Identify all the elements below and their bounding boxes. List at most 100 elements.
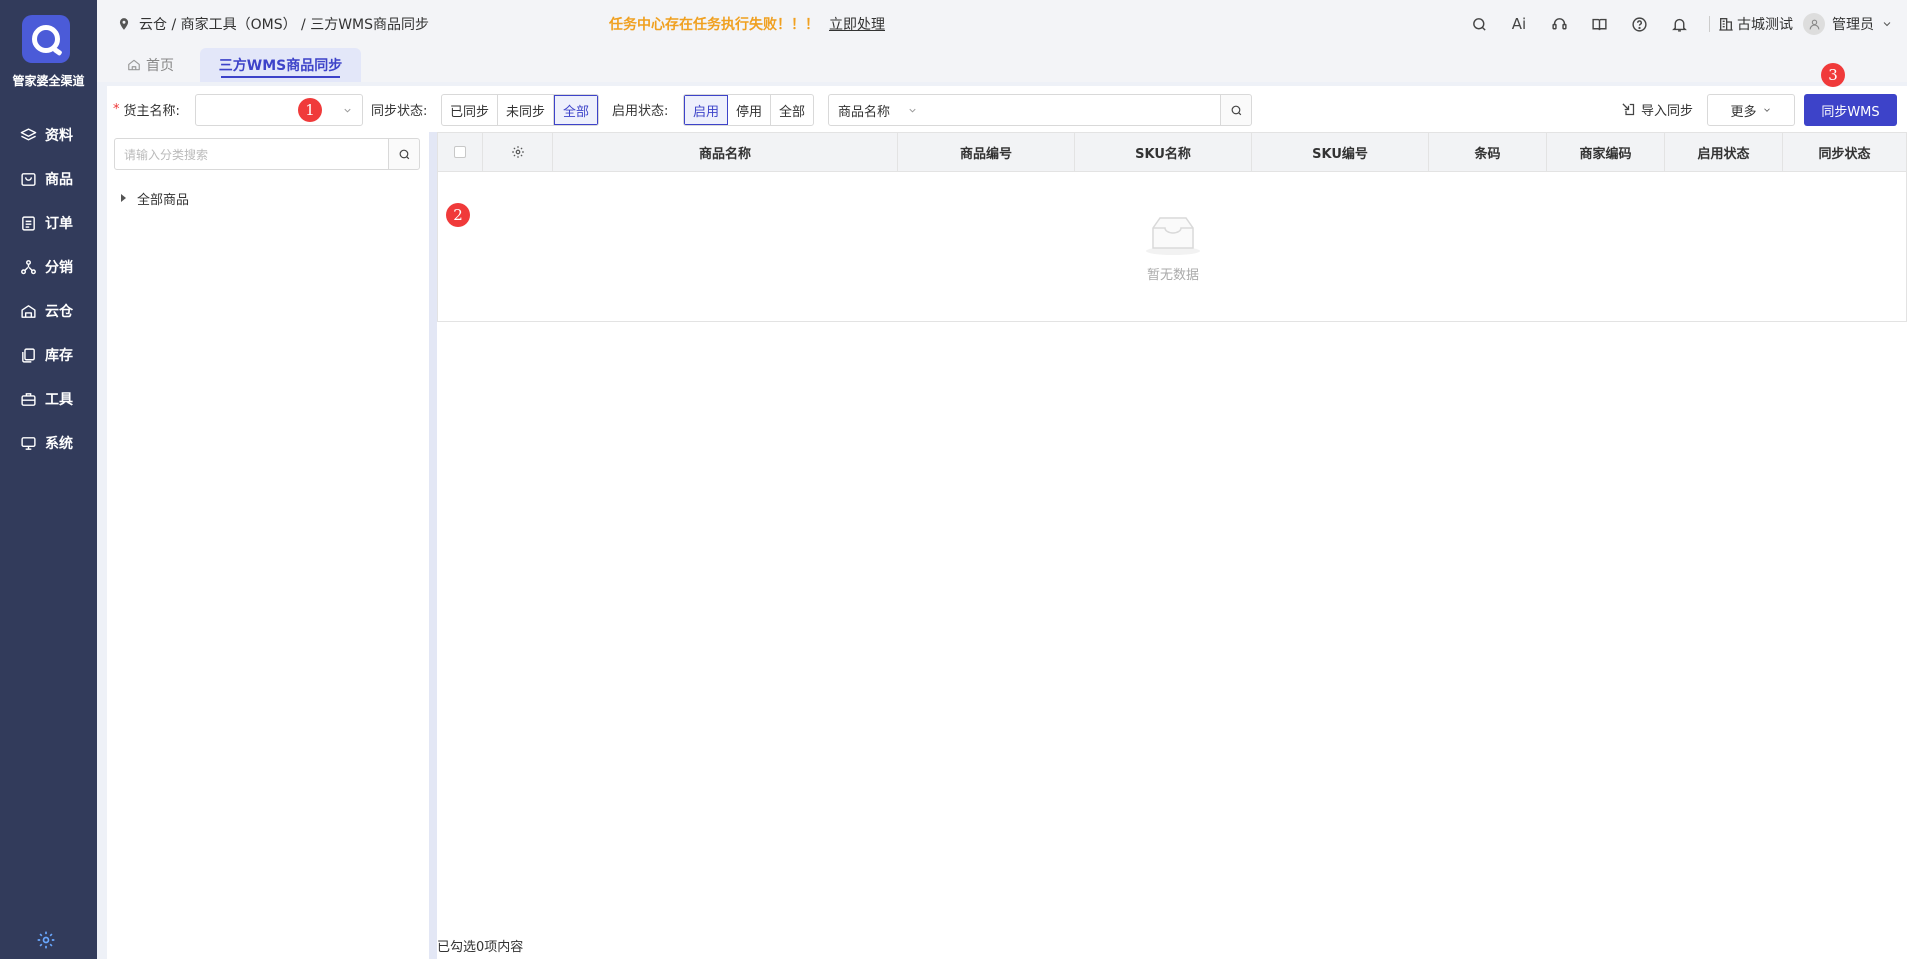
enable-option-enabled[interactable]: 启用	[684, 95, 729, 125]
import-sync-label: 导入同步	[1641, 103, 1694, 119]
search-icon	[399, 149, 409, 159]
enable-option-disabled[interactable]: 停用	[728, 95, 772, 125]
select-all-checkbox[interactable]	[454, 146, 466, 158]
annotation-marker-3: 3	[1821, 63, 1845, 87]
more-dropdown[interactable]: 更多	[1707, 94, 1795, 126]
gear-icon[interactable]	[511, 145, 525, 159]
tab-label: 三方WMS商品同步	[218, 58, 343, 74]
caret-right-icon[interactable]	[121, 194, 126, 202]
bell-icon[interactable]	[1669, 14, 1689, 34]
sync-status-label: 同步状态:	[371, 103, 428, 119]
bag-icon	[18, 169, 38, 189]
import-icon	[1622, 102, 1635, 115]
import-sync-button[interactable]: 导入同步	[1621, 86, 1693, 132]
location-icon	[119, 18, 129, 30]
more-label: 更多	[1730, 104, 1757, 120]
selection-summary: 已勾选0项内容	[437, 940, 524, 955]
task-warning-text: 任务中心存在任务执行失败！！！	[609, 17, 819, 33]
column-header[interactable]: 同步状态	[1783, 133, 1906, 171]
warehouse-icon	[18, 301, 38, 321]
search-button[interactable]	[1220, 94, 1252, 126]
enable-option-all[interactable]: 全部	[771, 95, 813, 125]
owner-label: * 货主名称:	[113, 86, 180, 132]
menu-item-cloud-warehouse[interactable]: 云仓	[0, 289, 97, 333]
column-header[interactable]: 条码	[1429, 133, 1547, 171]
book-icon[interactable]	[1589, 14, 1609, 34]
tab-wms-sync[interactable]: 三方WMS商品同步	[200, 48, 361, 82]
main-menu: 资料 商品 订单 分销 云仓 库存 工具 系统	[0, 113, 97, 465]
search-field-select[interactable]: 商品名称	[828, 94, 928, 126]
column-header[interactable]: SKU编号	[1252, 133, 1429, 171]
filter-bar: * 货主名称: 同步状态: 已同步 未同步 全部 启用状态: 启用 停用 全部 …	[107, 86, 1907, 132]
panel-splitter[interactable]	[429, 132, 437, 959]
menu-label: 库存	[45, 348, 73, 364]
avatar-icon	[1803, 13, 1825, 35]
owner-select[interactable]	[195, 94, 363, 126]
table-header: 商品名称 商品编号 SKU名称 SKU编号 条码 商家编码 启用状态 同步状态	[437, 132, 1907, 172]
menu-item-orders[interactable]: 订单	[0, 201, 97, 245]
select-all-cell	[438, 133, 483, 171]
menu-label: 商品	[45, 172, 73, 188]
column-header[interactable]: SKU名称	[1075, 133, 1252, 171]
ai-icon[interactable]: Ai	[1509, 14, 1529, 34]
sync-option-synced[interactable]: 已同步	[442, 95, 499, 125]
column-header[interactable]: 商品名称	[553, 133, 898, 171]
menu-item-system[interactable]: 系统	[0, 421, 97, 465]
search-input[interactable]	[927, 94, 1221, 126]
enable-status-label: 启用状态:	[612, 103, 669, 119]
toolbox-icon	[18, 389, 38, 409]
menu-item-inventory[interactable]: 库存	[0, 333, 97, 377]
tab-active-underline	[221, 76, 340, 78]
sync-option-unsynced[interactable]: 未同步	[498, 95, 555, 125]
category-search-input[interactable]: 请输入分类搜索	[114, 138, 389, 170]
monitor-icon	[18, 433, 38, 453]
sync-status-segment: 已同步 未同步 全部	[441, 94, 600, 126]
table-body: 暂无数据	[437, 172, 1907, 322]
menu-item-data[interactable]: 资料	[0, 113, 97, 157]
menu-label: 系统	[45, 436, 73, 452]
brand-name: 管家婆全渠道	[12, 74, 85, 88]
owner-label-text: 货主名称:	[123, 103, 180, 119]
sync-option-all[interactable]: 全部	[554, 95, 599, 125]
tree-node-label: 全部商品	[137, 192, 190, 208]
menu-item-distribution[interactable]: 分销	[0, 245, 97, 289]
app-logo[interactable]	[22, 15, 70, 63]
chevron-down-icon	[344, 108, 351, 113]
chevron-down-icon	[1883, 22, 1891, 27]
company-switcher[interactable]: 古城测试	[1718, 14, 1793, 34]
user-menu[interactable]: 管理员	[1803, 13, 1893, 35]
required-mark: *	[113, 101, 120, 117]
menu-label: 工具	[45, 392, 73, 408]
column-header[interactable]: 商品编号	[898, 133, 1075, 171]
menu-item-tools[interactable]: 工具	[0, 377, 97, 421]
breadcrumb-text: 云仓 / 商家工具（OMS） / 三方WMS商品同步	[139, 17, 430, 33]
company-name: 古城测试	[1737, 17, 1793, 33]
category-search-button[interactable]	[388, 138, 420, 170]
menu-label: 云仓	[45, 304, 73, 320]
menu-label: 订单	[45, 216, 73, 232]
sync-wms-button[interactable]: 同步WMS	[1804, 94, 1897, 126]
chevron-down-icon	[909, 108, 916, 113]
chevron-down-icon	[1763, 108, 1770, 112]
gear-icon[interactable]	[36, 930, 56, 950]
topbar: 云仓 / 商家工具（OMS） / 三方WMS商品同步 任务中心存在任务执行失败！…	[97, 0, 1907, 48]
menu-item-products[interactable]: 商品	[0, 157, 97, 201]
enable-status-segment: 启用 停用 全部	[683, 94, 815, 126]
document-icon	[18, 213, 38, 233]
column-header[interactable]: 商家编码	[1547, 133, 1665, 171]
handle-now-link[interactable]: 立即处理	[829, 14, 885, 34]
column-header[interactable]: 启用状态	[1665, 133, 1783, 171]
tab-home[interactable]: 首页	[127, 48, 174, 82]
empty-state-text: 暂无数据	[1146, 268, 1199, 283]
ai-label: Ai	[1511, 15, 1527, 33]
support-icon[interactable]	[1549, 14, 1569, 34]
column-settings-cell	[483, 133, 553, 171]
tree-node-all-products[interactable]: 全部商品	[121, 188, 189, 208]
help-icon[interactable]	[1629, 14, 1649, 34]
sidebar: 管家婆全渠道 资料 商品 订单 分销 云仓 库存 工具 系统	[0, 0, 97, 959]
empty-inbox-icon	[1146, 217, 1200, 255]
building-icon	[1719, 18, 1733, 31]
search-icon[interactable]	[1469, 14, 1489, 34]
layers-icon	[18, 125, 38, 145]
menu-label: 分销	[45, 260, 73, 276]
